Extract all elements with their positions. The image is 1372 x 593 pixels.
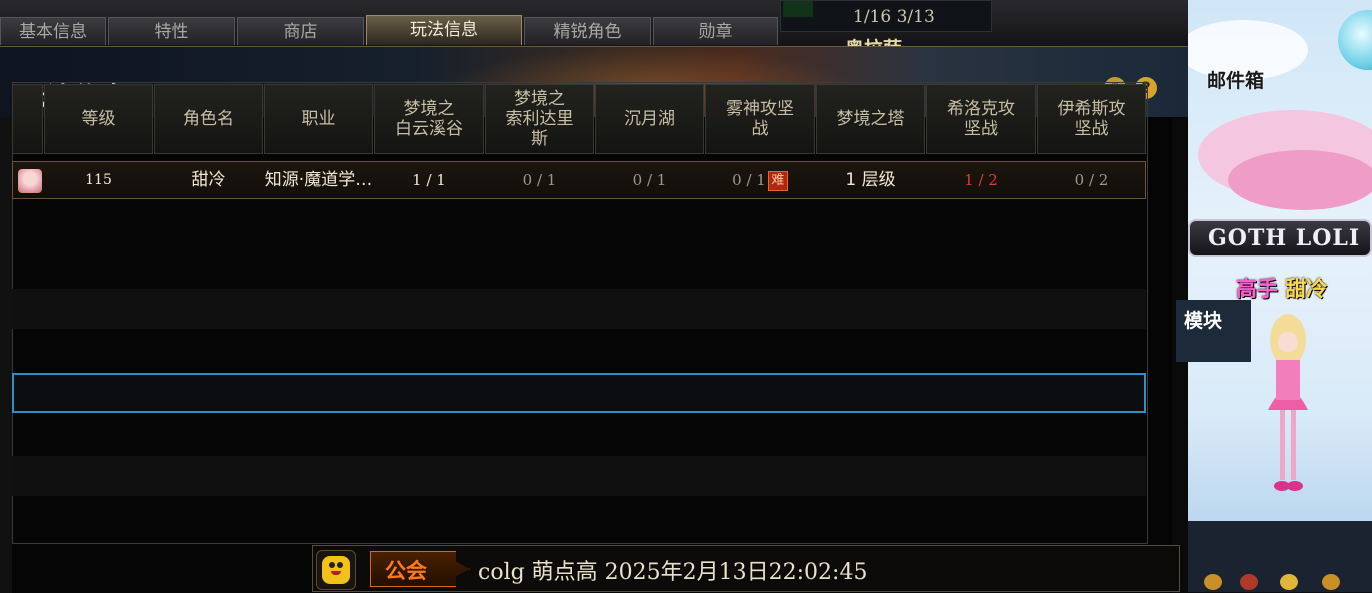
header-dream-cloud-valley: 梦境之 白云溪谷 <box>374 84 484 154</box>
tab-medals[interactable]: 勋章 <box>653 17 778 45</box>
module-label: 模块 <box>1184 310 1223 332</box>
title-plate: GOTH LOLI <box>1188 219 1372 257</box>
title-plate-text: GOTH LOLI <box>1208 225 1361 251</box>
cell-level: 115 <box>85 172 112 188</box>
top-stat-box: 1/16 3/13 <box>780 0 992 32</box>
tab-gameplay-info[interactable]: 玩法信息 <box>366 15 522 45</box>
coin-icon[interactable] <box>1322 574 1340 590</box>
tab-traits[interactable]: 特性 <box>108 17 235 45</box>
module-button[interactable]: 模块 <box>1176 300 1251 362</box>
cell-fog-god-raid: 0 / 1难 <box>705 161 815 199</box>
header-sirocco-raid: 希洛克攻 坚战 <box>926 84 1036 154</box>
empty-row <box>12 456 1146 496</box>
selected-empty-row[interactable] <box>12 373 1146 413</box>
header-isis-raid: 伊希斯攻 坚战 <box>1037 84 1146 154</box>
guild-channel-label: 公会 <box>385 559 427 583</box>
header-dream-tower: 梦境之塔 <box>816 84 925 154</box>
guild-emblem-icon[interactable] <box>316 550 356 590</box>
crystal-orb-icon <box>1338 10 1372 70</box>
crown-icon[interactable] <box>1280 574 1298 590</box>
character-avatar <box>18 169 42 193</box>
emblem-face <box>322 556 350 584</box>
guild-channel-tag[interactable]: 公会 <box>370 551 470 587</box>
header-level: 等级 <box>44 84 153 154</box>
header-character-name: 角色名 <box>154 84 263 154</box>
cell-moon-lake: 0 / 1 <box>632 171 667 189</box>
pink-tree-shade <box>1228 150 1372 210</box>
cell-character-name: 甜冷 <box>191 170 226 190</box>
cell-fog-god-raid-value: 0 / 1 <box>732 171 766 189</box>
rank-name: 甜冷 <box>1285 277 1328 301</box>
status-indicator <box>783 1 813 17</box>
tab-basic-info[interactable]: 基本信息 <box>0 17 106 45</box>
header-job: 职业 <box>264 84 373 154</box>
top-stat-text: 1/16 3/13 <box>853 7 935 27</box>
key-icon[interactable] <box>1204 574 1222 590</box>
cell-dream-tower: 1 层级 <box>845 170 896 190</box>
emblem-eye <box>337 562 343 568</box>
skull-icon[interactable] <box>1240 574 1258 590</box>
player-rank: 高手 甜冷 <box>1236 273 1327 303</box>
character-sprite <box>1268 314 1308 491</box>
rank-label: 高手 <box>1236 277 1278 301</box>
header-icon-column <box>12 84 43 154</box>
cell-dream-solidaris: 0 / 1 <box>522 171 557 189</box>
emblem-eye <box>329 562 335 568</box>
cell-job: 知源·魔道学… <box>264 170 373 190</box>
cell-sirocco-raid: 1 / 2 <box>964 171 998 189</box>
header-fog-god-raid: 雾神攻坚 战 <box>705 84 815 154</box>
empty-row <box>12 289 1146 329</box>
hard-mode-badge: 难 <box>767 171 788 191</box>
tab-elite-characters[interactable]: 精锐角色 <box>524 17 651 45</box>
cell-isis-raid: 0 / 2 <box>1074 171 1109 189</box>
mailbox-label[interactable]: 邮件箱 <box>1207 66 1264 93</box>
header-dream-solidaris: 梦境之 索利达里 斯 <box>485 84 594 154</box>
cell-dream-cloud-valley: 1 / 1 <box>412 171 446 189</box>
header-moon-lake: 沉月湖 <box>595 84 704 154</box>
chat-message: colg 萌点高 2025年2月13日22:02:45 <box>478 560 868 585</box>
tab-shop[interactable]: 商店 <box>237 17 364 45</box>
